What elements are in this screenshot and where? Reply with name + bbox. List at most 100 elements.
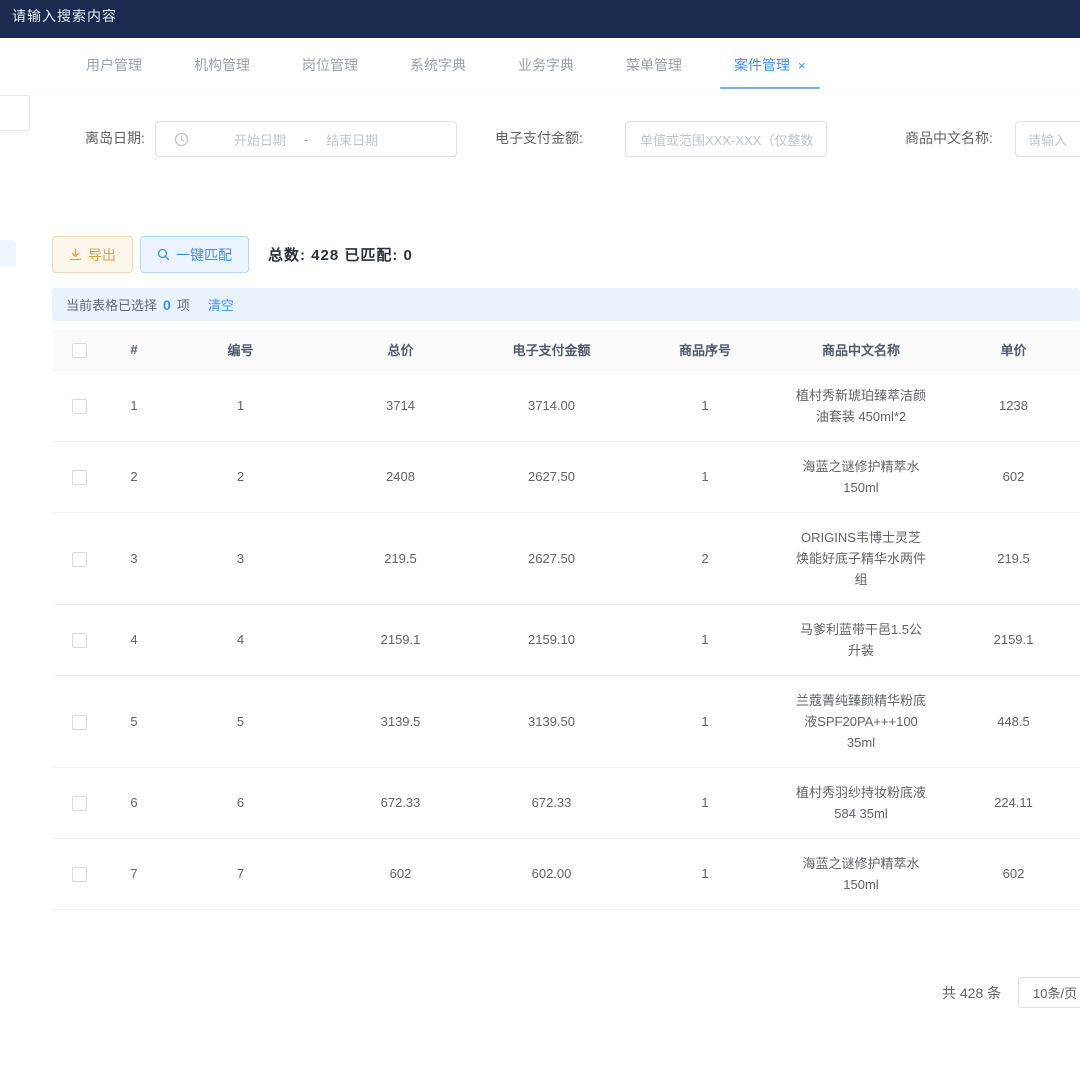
cell-total: 3714: [318, 370, 483, 441]
cell-unit-price: 219.5: [932, 512, 1080, 604]
cell-seq: 2: [620, 512, 790, 604]
row-checkbox[interactable]: [72, 552, 87, 567]
tab-机构管理[interactable]: 机构管理: [168, 38, 276, 93]
global-search-input[interactable]: 请输入搜索内容: [12, 6, 117, 26]
selection-count: 0: [163, 297, 171, 313]
cell-total: 2159.1: [318, 604, 483, 675]
cell-seq: 1: [620, 370, 790, 441]
col-header-index: #: [105, 330, 163, 370]
table-row[interactable]: 1 1 3714 3714.00 1 植村秀新琥珀臻萃洁颜油套装 450ml*2…: [53, 370, 1080, 441]
date-range-input[interactable]: 开始日期 - 结束日期: [155, 121, 457, 157]
row-checkbox[interactable]: [72, 470, 87, 485]
cell-product-name: ORIGINS韦博士灵芝焕能好底子精华水两件组: [790, 512, 932, 604]
header-select-all: [53, 330, 105, 370]
cell-code: 6: [163, 767, 318, 838]
tab-用户管理[interactable]: 用户管理: [60, 38, 168, 93]
page-size-select[interactable]: 10条/页: [1018, 977, 1080, 1008]
cell-total: 672.33: [318, 767, 483, 838]
cell-code: 1: [163, 370, 318, 441]
top-navbar: 请输入搜索内容: [0, 0, 1080, 38]
selection-info-bar: 当前表格已选择 0 项 清空: [52, 288, 1080, 321]
row-checkbox[interactable]: [72, 715, 87, 730]
tab-业务字典[interactable]: 业务字典: [492, 38, 600, 93]
cell-seq: 1: [620, 604, 790, 675]
cell-unit-price: 407.82: [932, 909, 1080, 910]
one-click-match-button[interactable]: 一键匹配: [140, 236, 249, 273]
toolbar: 导出 一键匹配 总数: 428 已匹配: 0: [0, 236, 1080, 276]
row-checkbox[interactable]: [72, 399, 87, 414]
row-checkbox[interactable]: [72, 796, 87, 811]
clock-icon: [174, 132, 189, 147]
cell-unit-price: 2159.1: [932, 604, 1080, 675]
cell-seq: 1: [620, 838, 790, 909]
clear-selection-link[interactable]: 清空: [208, 295, 234, 314]
col-header-seq: 商品序号: [620, 330, 790, 370]
cell-code: 2: [163, 441, 318, 512]
pagination-total: 共 428 条: [942, 983, 1001, 1003]
product-name-input[interactable]: 请输入: [1015, 121, 1080, 157]
cell-epay: 1223.47: [483, 909, 620, 910]
filter-row: 离岛日期: 开始日期 - 结束日期 电子支付金额: 单值或范围XXX-XXX（仅…: [0, 112, 1080, 172]
cell-epay: 602.00: [483, 838, 620, 909]
cell-product-name: 马爹利蓝带干邑1.5公升装: [790, 604, 932, 675]
cell-product-name: 海蓝之谜修护精萃水 150ml: [790, 838, 932, 909]
cell-epay: 3714.00: [483, 370, 620, 441]
date-separator: -: [304, 132, 308, 147]
cell-code: 5: [163, 675, 318, 767]
tab-bar: 用户管理 机构管理 岗位管理 系统字典 业务字典 菜单管理 案件管理 ×: [0, 38, 1080, 93]
amount-filter-label: 电子支付金额:: [495, 128, 583, 148]
cell-total: 3139.5: [318, 675, 483, 767]
tab-案件管理[interactable]: 案件管理 ×: [708, 38, 832, 93]
col-header-epay: 电子支付金额: [483, 330, 620, 370]
pagination-bar: 共 428 条 10条/页: [0, 975, 1080, 1011]
search-icon: [157, 248, 170, 261]
tab-系统字典[interactable]: 系统字典: [384, 38, 492, 93]
table-row[interactable]: 3 3 219.5 2627.50 2 ORIGINS韦博士灵芝焕能好底子精华水…: [53, 512, 1080, 604]
cell-index: 4: [105, 604, 163, 675]
tab-菜单管理[interactable]: 菜单管理: [600, 38, 708, 93]
table-row[interactable]: 7 7 602 602.00 1 海蓝之谜修护精萃水 150ml 602: [53, 838, 1080, 909]
table-row[interactable]: 8 8 1223.47 1223.47 1 卡诗菁纯亮泽经典香氛 407.82: [53, 909, 1080, 910]
cell-seq: 1: [620, 675, 790, 767]
export-button[interactable]: 导出: [52, 236, 133, 273]
cell-total: 602: [318, 838, 483, 909]
cell-seq: 1: [620, 441, 790, 512]
table-row[interactable]: 5 5 3139.5 3139.50 1 兰蔻菁纯臻颜精华粉底液SPF20PA+…: [53, 675, 1080, 767]
row-checkbox[interactable]: [72, 633, 87, 648]
selection-prefix: 当前表格已选择: [66, 295, 157, 314]
cases-table: # 编号 总价 电子支付金额 商品序号 商品中文名称 单价 1 1 3714 3…: [53, 330, 1080, 910]
case-management-page: 请输入搜索内容 用户管理 机构管理 岗位管理 系统字典 业务字典 菜单管理 案件…: [0, 0, 1080, 1077]
cell-epay: 672.33: [483, 767, 620, 838]
cell-product-name: 植村秀新琥珀臻萃洁颜油套装 450ml*2: [790, 370, 932, 441]
cell-unit-price: 602: [932, 441, 1080, 512]
cell-index: 5: [105, 675, 163, 767]
cell-index: 8: [105, 909, 163, 910]
cell-code: 8: [163, 909, 318, 910]
table-row[interactable]: 4 4 2159.1 2159.10 1 马爹利蓝带干邑1.5公升装 2159.…: [53, 604, 1080, 675]
cell-index: 2: [105, 441, 163, 512]
table-row[interactable]: 2 2 2408 2627.50 1 海蓝之谜修护精萃水 150ml 602: [53, 441, 1080, 512]
cell-product-name: 海蓝之谜修护精萃水 150ml: [790, 441, 932, 512]
cell-index: 6: [105, 767, 163, 838]
col-header-total: 总价: [318, 330, 483, 370]
cell-index: 3: [105, 512, 163, 604]
table-row[interactable]: 6 6 672.33 672.33 1 植村秀羽纱持妆粉底液 584 35ml …: [53, 767, 1080, 838]
date-end-placeholder[interactable]: 结束日期: [326, 130, 378, 149]
cell-code: 4: [163, 604, 318, 675]
cell-total: 2408: [318, 441, 483, 512]
date-start-placeholder[interactable]: 开始日期: [234, 130, 286, 149]
col-header-name: 商品中文名称: [790, 330, 932, 370]
cell-code: 3: [163, 512, 318, 604]
download-icon: [69, 248, 82, 261]
select-all-checkbox[interactable]: [72, 343, 87, 358]
tab-close-icon[interactable]: ×: [798, 59, 806, 72]
row-checkbox[interactable]: [72, 867, 87, 882]
totals-summary: 总数: 428 已匹配: 0: [268, 244, 413, 265]
tab-岗位管理[interactable]: 岗位管理: [276, 38, 384, 93]
cell-epay: 2159.10: [483, 604, 620, 675]
cell-unit-price: 448.5: [932, 675, 1080, 767]
cell-unit-price: 224.11: [932, 767, 1080, 838]
date-filter-label: 离岛日期:: [85, 128, 145, 148]
cell-total: 219.5: [318, 512, 483, 604]
amount-input[interactable]: 单值或范围XXX-XXX（仅整数: [625, 121, 827, 157]
